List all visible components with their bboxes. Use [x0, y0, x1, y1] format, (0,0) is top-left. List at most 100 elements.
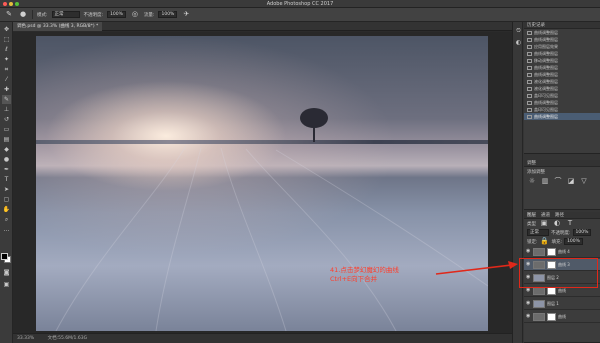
annotation-line-1: 41.点击梦幻魔幻的曲线: [330, 266, 399, 274]
filter-adjust-icon[interactable]: ◐: [552, 219, 562, 228]
marquee-tool-icon[interactable]: ⬚: [2, 35, 11, 44]
zoom-tool-icon[interactable]: ⌕: [2, 215, 11, 224]
mode-label: 模式:: [37, 12, 48, 18]
move-tool-icon[interactable]: ✥: [2, 25, 11, 34]
brush-tool-icon[interactable]: ✎: [2, 95, 11, 104]
history-step-icon: [527, 30, 532, 35]
document-tab[interactable]: 调色.psd @ 33.3% (曲线 3, RGB/8*) *: [13, 22, 103, 31]
layer-row[interactable]: ◉ 图层 1: [524, 298, 600, 310]
curves-adjustment-icon[interactable]: [533, 312, 545, 321]
visibility-eye-icon[interactable]: ◉: [526, 288, 531, 293]
brightness-icon[interactable]: ☼: [527, 177, 537, 186]
flow-field[interactable]: 100%: [158, 11, 178, 18]
layer-mask-thumbnail[interactable]: [547, 247, 556, 256]
screen-mode-icon[interactable]: ▣: [2, 280, 11, 289]
layer-name[interactable]: 曲线 4: [558, 249, 570, 255]
lock-icon[interactable]: 🔒: [540, 237, 550, 246]
history-item[interactable]: 曲线调整图层: [524, 113, 600, 120]
path-select-tool-icon[interactable]: ➤: [2, 185, 11, 194]
tab-layers[interactable]: 图层: [527, 212, 536, 218]
history-panel-icon[interactable]: ⏲: [514, 26, 523, 35]
history-item-label: 曲线调整图层: [534, 36, 558, 42]
airbrush-icon[interactable]: ✈: [181, 10, 191, 19]
history-item[interactable]: 曲线调整图层: [524, 36, 600, 43]
history-item[interactable]: 曲线调整图层: [524, 50, 600, 57]
vibrance-icon[interactable]: ▽: [579, 177, 589, 186]
history-item-label: 曲线调整图层: [534, 71, 558, 77]
history-item[interactable]: 盖印可见图层: [524, 92, 600, 99]
more-tools-icon[interactable]: …: [2, 225, 11, 234]
layer-name[interactable]: 曲线: [558, 288, 566, 294]
layer-name[interactable]: 曲线: [558, 314, 566, 320]
history-item[interactable]: 应用图层效果: [524, 43, 600, 50]
exposure-icon[interactable]: ◪: [566, 177, 576, 186]
add-adjustment-label: 添加调整: [527, 170, 545, 175]
history-item[interactable]: 盖印可见图层: [524, 106, 600, 113]
right-dock: ⏲ ◐ 历史记录 曲线调整图层 曲线调整图层 应用图层效果 曲线调整图层 移动调整图层曲…: [512, 22, 600, 343]
history-item-label: 移动调整图层: [534, 57, 558, 63]
dodge-tool-icon[interactable]: ●: [2, 155, 11, 164]
fill-field[interactable]: 100%: [564, 238, 583, 245]
brush-tool-icon[interactable]: ✎: [4, 10, 14, 19]
color-panel-icon[interactable]: ◐: [514, 38, 523, 47]
history-item[interactable]: 曲线调整图层: [524, 29, 600, 36]
layer-row[interactable]: ◉ 曲线: [524, 311, 600, 323]
history-step-icon: [527, 93, 532, 98]
foreground-color-swatch[interactable]: [1, 253, 8, 260]
brush-size-icon[interactable]: ●: [18, 10, 28, 19]
layer-mask-thumbnail[interactable]: [547, 312, 556, 321]
crop-tool-icon[interactable]: ⌗: [2, 65, 11, 74]
layer-opacity-field[interactable]: 100%: [572, 229, 592, 236]
healing-brush-tool-icon[interactable]: ✚: [2, 85, 11, 94]
layer-filter-type[interactable]: 类型: [527, 221, 536, 227]
layer-thumbnail[interactable]: [533, 299, 545, 308]
curves-adjustment-icon[interactable]: [533, 247, 545, 256]
visibility-eye-icon[interactable]: ◉: [526, 314, 531, 319]
history-item[interactable]: 液化调整图层: [524, 85, 600, 92]
history-item[interactable]: 液化调整图层: [524, 78, 600, 85]
canvas-area[interactable]: [13, 32, 512, 333]
history-item-label: 液化调整图层: [534, 78, 558, 84]
levels-icon[interactable]: ▥: [540, 177, 550, 186]
pressure-opacity-icon[interactable]: ◎: [130, 10, 140, 19]
opacity-field[interactable]: 100%: [107, 11, 126, 18]
lasso-tool-icon[interactable]: ℓ: [2, 45, 11, 54]
adjustment-icons: ☼ ▥ ⌒ ◪ ▽: [524, 177, 600, 186]
curves-icon[interactable]: ⌒: [553, 177, 563, 186]
quick-mask-icon[interactable]: ◙: [2, 268, 11, 277]
history-item-label: 曲线调整图层: [534, 50, 558, 56]
filter-pixel-icon[interactable]: ▣: [539, 219, 549, 228]
hand-tool-icon[interactable]: ✋: [2, 205, 11, 214]
eyedropper-tool-icon[interactable]: ⁄: [2, 75, 11, 84]
clone-stamp-tool-icon[interactable]: ⊥: [2, 105, 11, 114]
zoom-level[interactable]: 33.33%: [17, 336, 34, 341]
layer-name[interactable]: 图层 1: [547, 301, 559, 307]
pen-tool-icon[interactable]: ✒: [2, 165, 11, 174]
history-item[interactable]: 曲线调整图层: [524, 99, 600, 106]
type-tool-icon[interactable]: T: [2, 175, 11, 184]
tab-paths[interactable]: 路径: [555, 212, 564, 218]
separator: [32, 10, 33, 19]
history-item-label: 应用图层效果: [534, 43, 558, 49]
tab-channels[interactable]: 通道: [541, 212, 550, 218]
history-item[interactable]: 曲线调整图层: [524, 71, 600, 78]
mode-select[interactable]: 正常: [51, 11, 80, 18]
status-bar: 33.33% 文档:55.6M/1.63G: [13, 333, 512, 343]
filter-text-icon[interactable]: T: [565, 219, 575, 228]
tools-panel: ✥ ⬚ ℓ ✦ ⌗ ⁄ ✚ ✎ ⊥ ↺ ▭ ▤ ◆ ● ✒ T ➤ ▢ ✋ ⌕ …: [0, 22, 13, 343]
visibility-eye-icon[interactable]: ◉: [526, 249, 531, 254]
blend-mode-select[interactable]: 正常: [527, 229, 549, 236]
history-item[interactable]: 曲线调整图层: [524, 64, 600, 71]
eraser-tool-icon[interactable]: ▭: [2, 125, 11, 134]
history-brush-tool-icon[interactable]: ↺: [2, 115, 11, 124]
gradient-tool-icon[interactable]: ▤: [2, 135, 11, 144]
history-item[interactable]: 移动调整图层: [524, 57, 600, 64]
layer-row[interactable]: ◉ 曲线 4: [524, 246, 600, 258]
quick-select-tool-icon[interactable]: ✦: [2, 55, 11, 64]
history-item-label: 曲线调整图层: [534, 29, 558, 35]
history-step-icon: [527, 44, 532, 49]
shape-tool-icon[interactable]: ▢: [2, 195, 11, 204]
blur-tool-icon[interactable]: ◆: [2, 145, 11, 154]
visibility-eye-icon[interactable]: ◉: [526, 301, 531, 306]
document-canvas-image[interactable]: [36, 36, 488, 331]
